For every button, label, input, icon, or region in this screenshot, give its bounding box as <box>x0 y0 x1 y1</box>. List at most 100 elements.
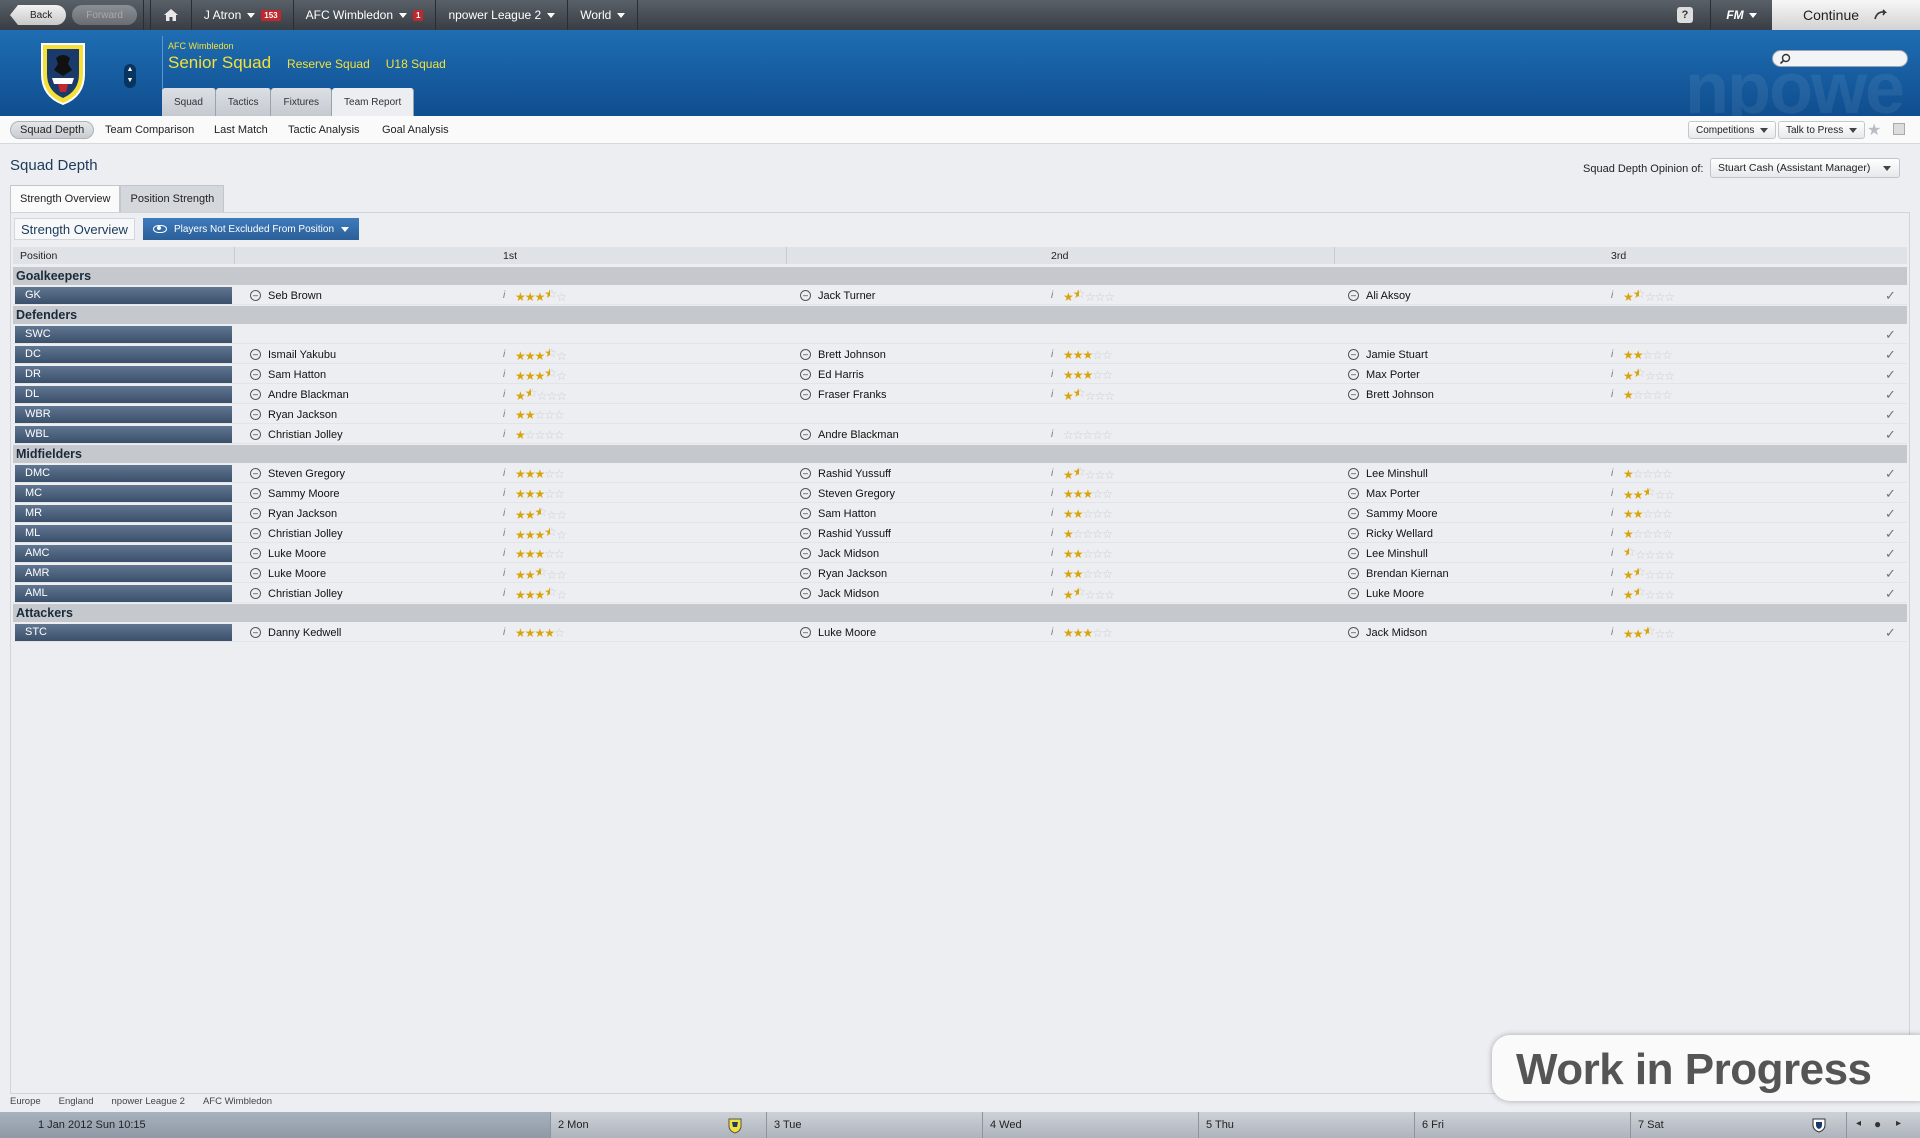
exclude-player-icon[interactable]: – <box>250 568 261 579</box>
checkmark-icon[interactable]: ✓ <box>1881 287 1900 304</box>
player-slot[interactable]: – Sammy Moore <box>1348 505 1438 522</box>
info-icon[interactable]: i <box>1051 488 1059 499</box>
exclude-player-icon[interactable]: – <box>1348 488 1359 499</box>
player-slot[interactable]: – Lee Minshull <box>1348 465 1428 482</box>
continue-button[interactable]: Continue <box>1772 0 1920 30</box>
calendar-day[interactable]: 5 Thu <box>1206 1119 1234 1131</box>
info-icon[interactable]: i <box>503 588 511 599</box>
exclude-player-icon[interactable]: – <box>800 568 811 579</box>
player-slot[interactable]: – Jack Midson <box>800 585 879 602</box>
player-slot[interactable]: – Andre Blackman <box>800 426 899 443</box>
position-chip[interactable]: DMC <box>15 465 232 482</box>
club-menu[interactable]: AFC Wimbledon 1 <box>294 0 437 30</box>
info-icon[interactable]: i <box>1611 389 1619 400</box>
exclude-player-icon[interactable]: – <box>800 389 811 400</box>
exclude-player-icon[interactable]: – <box>250 528 261 539</box>
player-name[interactable]: Danny Kedwell <box>268 627 341 639</box>
player-name[interactable]: Andre Blackman <box>268 389 349 401</box>
info-icon[interactable]: i <box>1611 627 1619 638</box>
help-button[interactable]: ? <box>1677 7 1693 23</box>
info-icon[interactable]: i <box>1611 548 1619 559</box>
exclude-player-icon[interactable]: – <box>800 488 811 499</box>
u18-squad-link[interactable]: U18 Squad <box>386 57 446 71</box>
exclude-player-icon[interactable]: – <box>1348 548 1359 559</box>
forward-button[interactable]: Forward <box>72 5 137 25</box>
match-crest-icon[interactable] <box>728 1118 742 1134</box>
talk-to-press-dropdown[interactable]: Talk to Press <box>1778 121 1866 139</box>
world-menu[interactable]: World <box>568 0 639 30</box>
exclude-player-icon[interactable]: – <box>1348 468 1359 479</box>
league-menu[interactable]: npower League 2 <box>436 0 569 30</box>
player-name[interactable]: Rashid Yussuff <box>818 528 891 540</box>
calendar-prev-icon[interactable]: ◂ <box>1856 1118 1861 1129</box>
exclude-player-icon[interactable]: – <box>800 627 811 638</box>
col-header-2nd[interactable]: 2nd <box>1051 250 1069 262</box>
player-filter-dropdown[interactable]: Players Not Excluded From Position <box>142 218 360 240</box>
info-icon[interactable]: i <box>503 429 511 440</box>
player-name[interactable]: Jamie Stuart <box>1366 349 1428 361</box>
player-slot[interactable]: – Ryan Jackson <box>250 505 337 522</box>
exclude-player-icon[interactable]: – <box>800 429 811 440</box>
tab-fixtures[interactable]: Fixtures <box>271 88 333 116</box>
tab-strength-overview[interactable]: Strength Overview <box>10 185 121 213</box>
info-icon[interactable]: i <box>1611 468 1619 479</box>
opinion-staff-dropdown[interactable]: Stuart Cash (Assistant Manager) <box>1710 158 1900 178</box>
shield-icon[interactable] <box>1811 1117 1827 1133</box>
info-icon[interactable]: i <box>1051 369 1059 380</box>
exclude-player-icon[interactable]: – <box>250 369 261 380</box>
info-icon[interactable]: i <box>503 369 511 380</box>
player-slot[interactable]: – Rashid Yussuff <box>800 465 891 482</box>
info-icon[interactable]: i <box>1051 349 1059 360</box>
position-chip[interactable]: STC <box>15 624 232 641</box>
calendar-day[interactable]: 6 Fri <box>1422 1119 1444 1131</box>
subtab-team-comparison[interactable]: Team Comparison <box>96 121 203 139</box>
player-slot[interactable]: – Steven Gregory <box>250 465 345 482</box>
calendar-next-icon[interactable]: ▸ <box>1896 1118 1901 1129</box>
breadcrumb-item[interactable]: npower League 2 <box>112 1096 185 1107</box>
info-icon[interactable]: i <box>1611 349 1619 360</box>
player-slot[interactable]: – Andre Blackman <box>250 386 349 403</box>
player-name[interactable]: Jack Midson <box>818 588 879 600</box>
player-slot[interactable]: – Brett Johnson <box>1348 386 1434 403</box>
info-icon[interactable]: i <box>503 508 511 519</box>
player-name[interactable]: Seb Brown <box>268 290 322 302</box>
player-name[interactable]: Jack Midson <box>818 548 879 560</box>
subtab-squad-depth[interactable]: Squad Depth <box>10 121 95 139</box>
exclude-player-icon[interactable]: – <box>250 409 261 420</box>
favourite-star-icon[interactable]: ★ <box>1867 120 1881 140</box>
player-slot[interactable]: – Christian Jolley <box>250 525 343 542</box>
player-slot[interactable]: – Max Porter <box>1348 366 1420 383</box>
tab-team-report[interactable]: Team Report <box>332 88 415 116</box>
fm-menu[interactable]: FM <box>1710 0 1772 30</box>
checkmark-icon[interactable]: ✓ <box>1881 406 1900 423</box>
player-name[interactable]: Brett Johnson <box>818 349 886 361</box>
calendar-day[interactable]: 7 Sat <box>1638 1119 1664 1131</box>
tab-tactics[interactable]: Tactics <box>215 88 272 116</box>
info-icon[interactable]: i <box>503 290 511 301</box>
reserve-squad-link[interactable]: Reserve Squad <box>287 57 370 71</box>
info-icon[interactable]: i <box>503 548 511 559</box>
info-icon[interactable]: i <box>503 409 511 420</box>
player-slot[interactable]: – Steven Gregory <box>800 485 895 502</box>
info-icon[interactable]: i <box>1051 290 1059 301</box>
exclude-player-icon[interactable]: – <box>800 548 811 559</box>
info-icon[interactable]: i <box>1611 568 1619 579</box>
senior-squad-link[interactable]: Senior Squad <box>168 53 271 73</box>
exclude-player-icon[interactable]: – <box>1348 349 1359 360</box>
player-name[interactable]: Andre Blackman <box>818 429 899 441</box>
player-slot[interactable]: – Ryan Jackson <box>250 406 337 423</box>
player-slot[interactable]: – Jamie Stuart <box>1348 346 1428 363</box>
subtab-last-match[interactable]: Last Match <box>205 121 277 139</box>
checkmark-icon[interactable]: ✓ <box>1881 585 1900 602</box>
exclude-player-icon[interactable]: – <box>1348 389 1359 400</box>
position-chip[interactable]: ML <box>15 525 232 542</box>
position-chip[interactable]: WBR <box>15 406 232 423</box>
position-chip[interactable]: WBL <box>15 426 232 443</box>
player-slot[interactable]: – Rashid Yussuff <box>800 525 891 542</box>
player-name[interactable]: Luke Moore <box>1366 588 1424 600</box>
player-name[interactable]: Ryan Jackson <box>268 409 337 421</box>
info-icon[interactable]: i <box>1051 588 1059 599</box>
exclude-player-icon[interactable]: – <box>800 588 811 599</box>
info-icon[interactable]: i <box>1051 429 1059 440</box>
position-chip[interactable]: MR <box>15 505 232 522</box>
